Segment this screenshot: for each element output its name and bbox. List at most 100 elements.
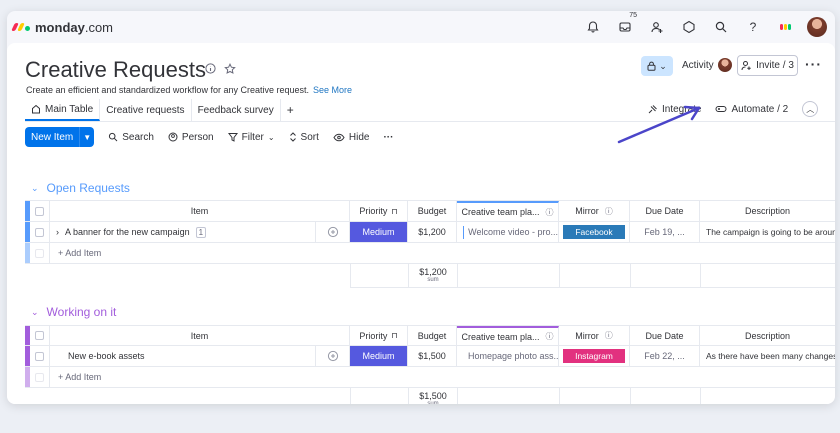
priority-cell[interactable]: Medium <box>350 346 408 366</box>
apps-icon[interactable] <box>677 15 701 39</box>
home-icon <box>32 104 40 114</box>
sort-button[interactable]: Sort <box>289 132 319 143</box>
add-view-button[interactable]: + <box>281 103 300 117</box>
item-name[interactable]: A banner for the new campaign <box>65 227 190 237</box>
board-toolbar: New Item ▼ Search Person Filter ⌄ Sort H… <box>25 127 393 147</box>
creative-cell[interactable]: Welcome video - pro... <box>457 222 559 242</box>
add-item-row[interactable]: + Add Item <box>25 243 835 264</box>
mirror-tag: Facebook <box>563 225 625 239</box>
add-item-input[interactable]: + Add Item <box>50 367 835 387</box>
column-header-priority[interactable]: Priority ⊓ <box>350 201 408 221</box>
new-item-button[interactable]: New Item ▼ <box>25 127 95 147</box>
invite-button[interactable]: Invite / 3 <box>737 55 798 76</box>
chevron-down-icon[interactable]: ▼ <box>80 127 94 147</box>
automate-icon <box>715 106 727 112</box>
automate-button[interactable]: Automate / 2 <box>715 104 788 115</box>
budget-cell[interactable]: $1,500 <box>408 346 457 366</box>
star-icon[interactable] <box>224 63 236 78</box>
description-cell[interactable]: As there have been many changes i... <box>700 346 835 366</box>
column-header-creative[interactable]: Creative team pla... ⓘ <box>457 326 559 345</box>
filter-button[interactable]: Filter ⌄ <box>227 131 275 143</box>
user-avatar[interactable] <box>805 15 829 39</box>
table-header-row: Item Priority ⊓ Budget Creative team pla.… <box>25 200 835 222</box>
group-title[interactable]: Working on it <box>47 305 117 319</box>
column-header-due-date[interactable]: Due Date <box>630 326 700 345</box>
priority-status[interactable]: Medium <box>350 222 407 242</box>
group-title[interactable]: Open Requests <box>47 181 130 195</box>
column-header-description[interactable]: Description <box>700 201 835 221</box>
row-checkbox[interactable] <box>30 346 50 366</box>
column-header-priority[interactable]: Priority ⊓ <box>350 326 408 345</box>
mirror-cell[interactable]: Facebook <box>559 222 630 242</box>
budget-cell[interactable]: $1,200 <box>408 222 457 242</box>
logo-brand: monday <box>35 19 85 35</box>
mirror-cell[interactable]: Instagram <box>559 346 630 366</box>
due-date-value: Feb 22, ... <box>644 351 685 361</box>
column-header-item[interactable]: Item <box>50 201 350 221</box>
new-item-label[interactable]: New Item <box>25 127 81 147</box>
column-header-mirror[interactable]: Mirror ⓘ <box>559 326 630 345</box>
item-cell[interactable]: › A banner for the new campaign 1 <box>50 222 316 242</box>
tab-main-table[interactable]: Main Table <box>25 99 101 121</box>
add-item-row[interactable]: + Add Item <box>25 367 835 388</box>
row-checkbox[interactable] <box>30 222 50 242</box>
column-header-item[interactable]: Item <box>50 326 350 345</box>
column-header-creative[interactable]: Creative team pla... ⓘ <box>457 201 559 221</box>
sum-value: $1,200 <box>419 267 447 277</box>
monday-switcher-icon[interactable] <box>773 15 797 39</box>
group-header-working-on-it[interactable]: ⌄ Working on it <box>31 305 116 319</box>
subitems-count[interactable]: 1 <box>195 226 207 238</box>
priority-cell[interactable]: Medium <box>350 222 408 242</box>
column-header-mirror[interactable]: Mirror ⓘ <box>559 201 630 221</box>
collapse-header-button[interactable]: ︿ <box>802 101 819 117</box>
toolbar-more-icon[interactable]: ··· <box>383 132 393 143</box>
priority-status[interactable]: Medium <box>350 346 407 366</box>
add-update-icon[interactable] <box>316 346 350 366</box>
invite-members-icon[interactable] <box>645 15 669 39</box>
chevron-right-icon[interactable]: › <box>56 227 59 237</box>
column-header-budget[interactable]: Budget <box>408 326 457 345</box>
creative-header-label: Creative team pla... <box>461 207 540 217</box>
select-all-checkbox[interactable] <box>30 201 50 221</box>
info-icon: ⓘ <box>604 206 613 216</box>
filter-label: Filter <box>241 131 264 143</box>
due-date-cell[interactable]: Feb 22, ... <box>630 346 700 366</box>
creative-value: Welcome video - pro... <box>468 227 558 237</box>
monday-logo[interactable]: monday.com <box>11 19 113 35</box>
creative-cell[interactable]: Homepage photo ass... <box>457 346 559 366</box>
table-row[interactable]: New e-book assets Medium $1,500 Homepage… <box>25 346 835 367</box>
due-date-cell[interactable]: Feb 19, ... <box>630 222 700 242</box>
item-name[interactable]: New e-book assets <box>68 351 145 361</box>
add-item-input[interactable]: + Add Item <box>50 243 835 263</box>
add-update-icon[interactable] <box>316 222 350 242</box>
more-options-icon[interactable]: ··· <box>805 56 822 72</box>
item-cell[interactable]: New e-book assets <box>50 346 316 366</box>
help-icon[interactable]: ? <box>741 15 765 39</box>
column-header-due-date[interactable]: Due Date <box>630 201 700 221</box>
board-title[interactable]: Creative Requests <box>25 57 206 83</box>
see-more-link[interactable]: See More <box>313 85 352 95</box>
tab-feedback-survey[interactable]: Feedback survey <box>192 99 281 121</box>
bell-icon[interactable] <box>581 15 605 39</box>
group-header-open-requests[interactable]: ⌄ Open Requests <box>31 181 130 195</box>
chevron-down-icon[interactable]: ⌄ <box>31 307 39 318</box>
board-permissions-button[interactable]: ⌄ <box>641 56 673 76</box>
person-icon <box>168 132 178 142</box>
table-row[interactable]: › A banner for the new campaign 1 Medium… <box>25 222 835 243</box>
tab-creative-requests[interactable]: Creative requests <box>100 99 192 121</box>
table-header-row: Item Priority ⊓ Budget Creative team pla.… <box>25 325 835 346</box>
activity-button[interactable]: Activity <box>682 58 732 72</box>
column-header-description[interactable]: Description <box>700 326 835 345</box>
inbox-icon[interactable]: 75 <box>613 12 637 39</box>
search-button[interactable]: Search <box>108 132 154 143</box>
hide-button[interactable]: Hide <box>333 132 369 143</box>
description-cell[interactable]: The campaign is going to be around ... <box>700 222 835 242</box>
chevron-down-icon[interactable]: ⌄ <box>31 183 39 194</box>
sort-icon <box>289 132 296 142</box>
search-icon[interactable] <box>709 15 733 39</box>
search-label: Search <box>122 131 154 143</box>
select-all-checkbox[interactable] <box>30 326 50 345</box>
person-filter-button[interactable]: Person <box>168 132 214 143</box>
info-icon[interactable] <box>205 63 216 78</box>
column-header-budget[interactable]: Budget <box>408 201 457 221</box>
